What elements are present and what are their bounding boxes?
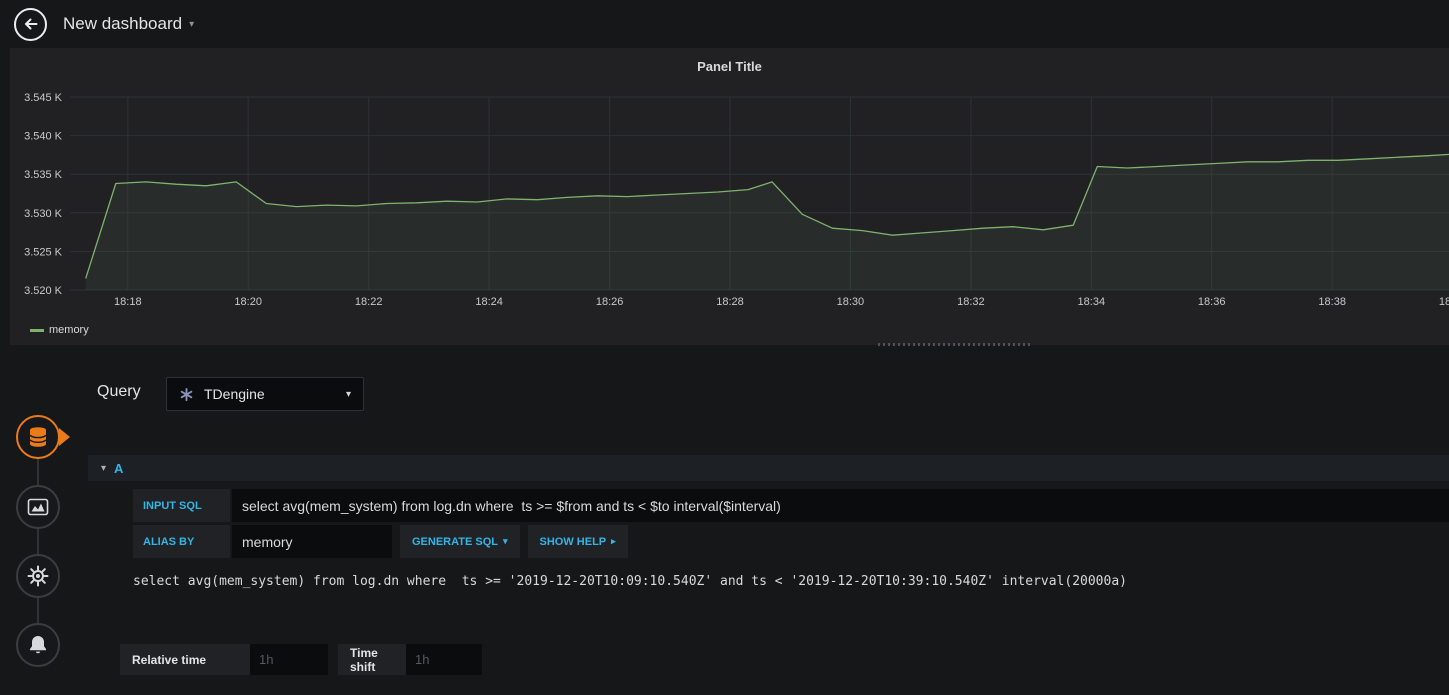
relative-time-label: Relative time <box>120 644 250 675</box>
svg-text:18:22: 18:22 <box>355 296 383 308</box>
tab-general[interactable] <box>16 554 60 598</box>
input-sql-label: INPUT SQL <box>133 489 230 522</box>
active-tab-pointer-icon <box>59 428 70 446</box>
query-section-title: Query <box>97 383 141 400</box>
legend-series-label: memory <box>49 324 89 336</box>
time-shift-label: Time shift <box>338 644 406 675</box>
back-arrow-icon <box>23 16 39 32</box>
graph-panel: 3.520 K 3.525 K 3.530 K 3.535 K 3.540 K 3.545… <box>10 48 1449 345</box>
datasource-picker[interactable]: TDengine ▾ <box>166 377 364 411</box>
svg-text:18:38: 18:38 <box>1318 296 1346 308</box>
svg-text:3.540 K: 3.540 K <box>24 131 63 143</box>
legend-color-swatch <box>30 328 44 332</box>
input-sql-row: INPUT SQL <box>133 489 1449 522</box>
bell-icon <box>26 633 50 657</box>
svg-text:18:28: 18:28 <box>716 296 744 308</box>
svg-text:18:36: 18:36 <box>1198 296 1226 308</box>
legend-item-memory[interactable]: memory <box>30 324 89 336</box>
panel-title[interactable]: Panel Title <box>10 59 1449 74</box>
svg-text:18:30: 18:30 <box>837 296 865 308</box>
tab-visualization[interactable] <box>16 485 60 529</box>
back-button[interactable] <box>14 7 47 41</box>
chevron-down-icon: ▾ <box>502 536 508 546</box>
tab-queries[interactable] <box>16 415 60 459</box>
top-bar: New dashboard ▾ <box>0 0 1449 48</box>
show-help-button-label: SHOW HELP <box>539 535 607 548</box>
svg-text:18:20: 18:20 <box>234 296 262 308</box>
tab-rail-line <box>37 437 39 645</box>
svg-text:18:24: 18:24 <box>475 296 503 308</box>
svg-text:18:18: 18:18 <box>114 296 142 308</box>
input-sql-field[interactable] <box>232 489 1449 522</box>
generated-sql-text: select avg(mem_system) from log.dn where… <box>133 574 1127 589</box>
svg-text:3.520 K: 3.520 K <box>24 285 63 297</box>
datasource-name: TDengine <box>204 386 265 402</box>
svg-text:18:32: 18:32 <box>957 296 985 308</box>
generate-sql-button[interactable]: GENERATE SQL ▾ <box>400 525 520 558</box>
alias-by-field[interactable] <box>232 525 392 558</box>
time-series-chart: 3.520 K 3.525 K 3.530 K 3.535 K 3.540 K 3.545… <box>24 92 1449 308</box>
query-row-header[interactable]: ▾ A <box>88 455 1449 481</box>
alias-by-label: ALIAS BY <box>133 525 230 558</box>
svg-text:3.530 K: 3.530 K <box>24 208 63 220</box>
tdengine-icon <box>179 387 194 402</box>
chart-icon <box>26 495 50 519</box>
chevron-right-icon: ▸ <box>611 536 616 546</box>
svg-text:18:40: 18:40 <box>1439 296 1449 308</box>
gear-icon <box>26 564 50 588</box>
show-help-button[interactable]: SHOW HELP ▸ <box>527 525 628 558</box>
svg-text:3.525 K: 3.525 K <box>24 246 63 258</box>
chevron-down-icon: ▾ <box>345 388 351 400</box>
generate-sql-button-label: GENERATE SQL <box>412 535 498 548</box>
relative-time-field[interactable] <box>250 644 328 675</box>
svg-text:18:34: 18:34 <box>1078 296 1106 308</box>
query-ref-id: A <box>114 460 124 476</box>
alias-by-row: ALIAS BY GENERATE SQL ▾ SHOW HELP ▸ <box>133 525 1449 558</box>
horizontal-scrollbar[interactable] <box>878 343 1030 346</box>
svg-text:18:26: 18:26 <box>596 296 624 308</box>
time-options-row: Relative time Time shift <box>120 644 482 675</box>
time-shift-field[interactable] <box>406 644 482 675</box>
dashboard-title[interactable]: New dashboard <box>63 14 182 34</box>
database-icon <box>26 425 50 449</box>
tab-alert[interactable] <box>16 623 60 667</box>
svg-text:3.535 K: 3.535 K <box>24 169 63 181</box>
svg-text:3.545 K: 3.545 K <box>24 92 63 104</box>
collapse-caret-icon: ▾ <box>101 462 107 474</box>
chevron-down-icon: ▾ <box>189 18 195 30</box>
